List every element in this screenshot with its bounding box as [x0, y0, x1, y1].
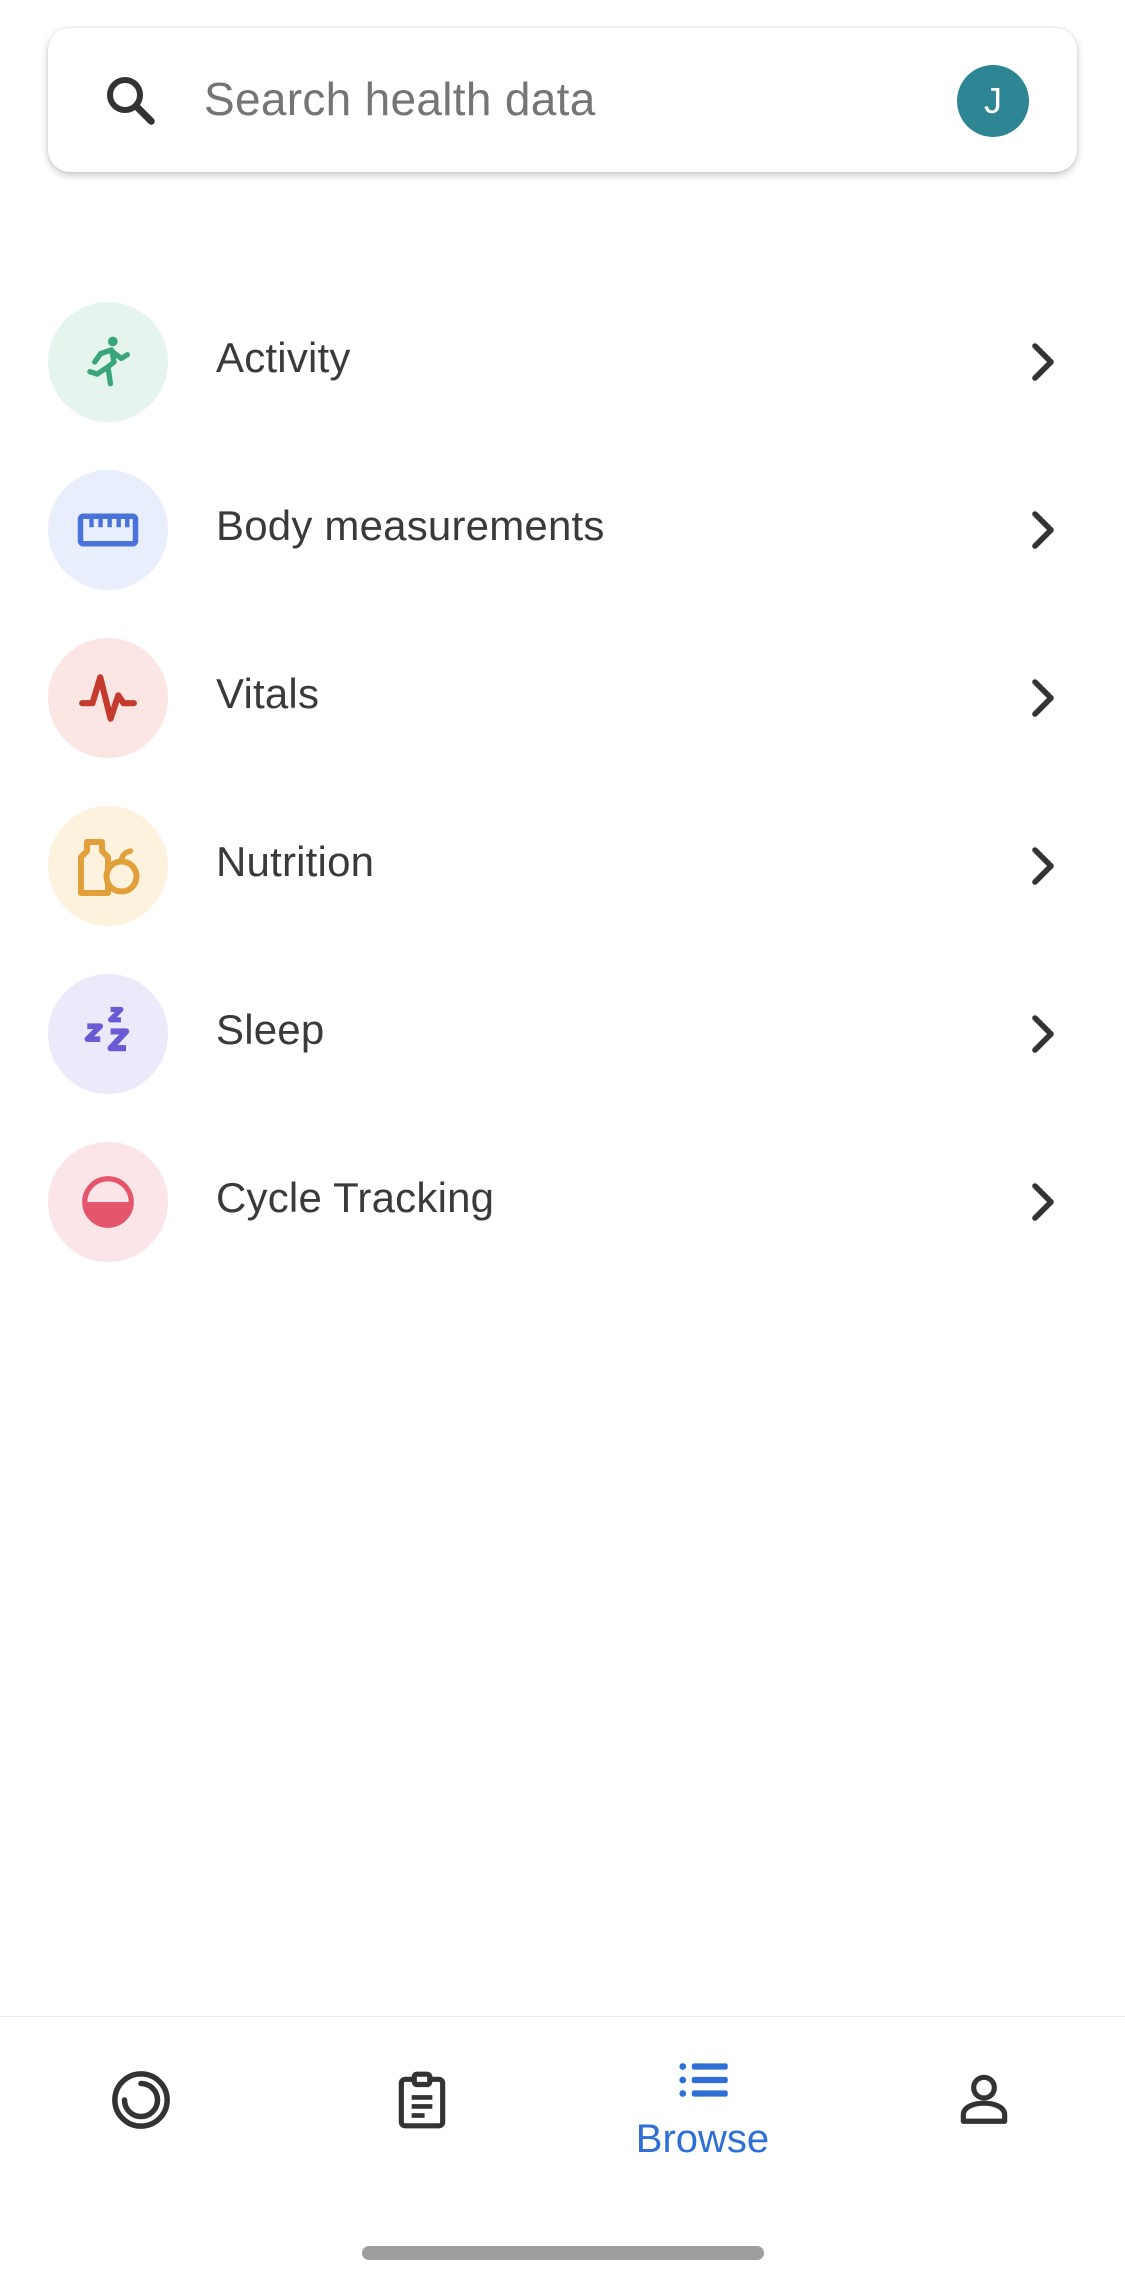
category-label: Cycle Tracking: [216, 1174, 495, 1221]
category-label: Nutrition: [216, 838, 375, 885]
category-item-cycle-tracking[interactable]: Cycle Tracking: [0, 1118, 1125, 1286]
category-item-nutrition[interactable]: Nutrition: [0, 782, 1125, 950]
nav-item-today[interactable]: [0, 2017, 281, 2217]
category-label: Sleep: [216, 1006, 325, 1053]
chevron-right-icon: [1032, 1015, 1054, 1053]
avatar-initial: J: [984, 80, 1002, 121]
category-item-body-measurements[interactable]: Body measurements: [0, 446, 1125, 614]
nav-item-profile[interactable]: [843, 2017, 1124, 2217]
running-figure-icon: [48, 302, 168, 422]
category-label: Body measurements: [216, 502, 605, 549]
half-circle-icon: [48, 1142, 168, 1262]
ruler-icon: [48, 470, 168, 590]
category-item-activity[interactable]: Activity: [0, 278, 1125, 446]
chevron-right-icon: [1032, 679, 1054, 717]
nav-item-browse[interactable]: Browse: [562, 2017, 843, 2217]
chevron-right-icon: [1032, 343, 1054, 381]
health-browse-screen: Search health data J Activity Body measu…: [0, 0, 1125, 2284]
search-bar[interactable]: Search health data J: [48, 28, 1077, 172]
search-icon: [107, 77, 155, 125]
category-label: Activity: [216, 334, 351, 381]
chevron-right-icon: [1032, 847, 1054, 885]
zzz-icon: [48, 974, 168, 1094]
category-item-vitals[interactable]: Vitals: [0, 614, 1125, 782]
category-label: Vitals: [216, 670, 320, 717]
heartbeat-icon: [48, 638, 168, 758]
nutrition-icon: [48, 806, 168, 926]
list-icon: [678, 2063, 728, 2097]
category-list: Activity Body measurements Vitals Nutrit…: [0, 278, 1125, 1286]
nav-item-journal[interactable]: [281, 2017, 562, 2217]
clipboard-icon: [398, 2071, 445, 2129]
category-item-sleep[interactable]: Sleep: [0, 950, 1125, 1118]
chevron-right-icon: [1032, 511, 1054, 549]
home-indicator[interactable]: [362, 2246, 764, 2260]
nav-label-browse: Browse: [635, 2117, 770, 2161]
chevron-right-icon: [1032, 1183, 1054, 1221]
search-input[interactable]: Search health data: [204, 72, 596, 126]
ring-icon: [111, 2071, 170, 2129]
bottom-navigation: Browse: [0, 2016, 1125, 2284]
person-icon: [960, 2074, 1007, 2124]
avatar[interactable]: J: [957, 65, 1029, 137]
